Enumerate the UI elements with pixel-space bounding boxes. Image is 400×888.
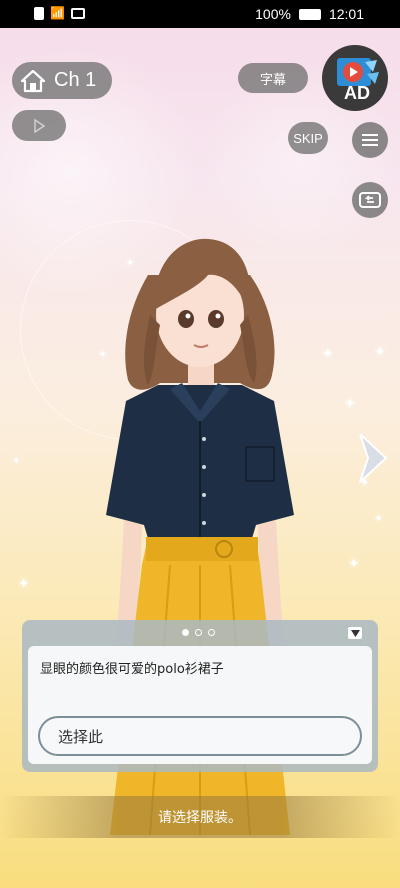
collapse-button[interactable] (348, 627, 362, 639)
skip-label: SKIP (293, 130, 323, 146)
page-indicator (182, 629, 215, 636)
menu-icon (362, 134, 378, 146)
next-outfit-arrow-icon[interactable] (356, 432, 390, 484)
image-icon (70, 7, 85, 19)
ad-label: AD (344, 83, 370, 103)
game-screen: ✦ ✦ ✦ ✦ ✦ ✦ ✦ ✦ ✦ ✦ 📶 100% 12:01 Ch 1 字幕… (0, 0, 400, 888)
sparkle-icon: ✦ (322, 346, 334, 362)
home-icon (20, 69, 46, 92)
sparkle-icon: ✦ (374, 344, 386, 360)
sparkle-icon: ✦ (348, 556, 360, 572)
skip-button[interactable]: SKIP (288, 122, 328, 154)
triangle-down-icon (350, 629, 360, 637)
page-dot (208, 629, 215, 636)
menu-button[interactable] (352, 122, 388, 158)
auto-play-button[interactable] (12, 110, 66, 141)
battery-percent: 100% (255, 6, 291, 22)
subtitles-button[interactable]: 字幕 (238, 63, 308, 93)
play-icon (34, 118, 46, 133)
wifi-icon: 📶 (50, 6, 65, 20)
watch-ad-button[interactable]: AD (322, 45, 388, 111)
chapter-label: Ch 1 (54, 69, 97, 91)
sparkle-icon: ✦ (12, 456, 21, 467)
choose-this-button[interactable]: 选择此 (38, 716, 362, 756)
backlog-icon (359, 192, 381, 208)
chapter-button[interactable]: Ch 1 (12, 62, 112, 99)
status-bar: 📶 100% 12:01 (0, 0, 400, 28)
sparkle-icon: ✦ (344, 396, 356, 412)
backlog-button[interactable] (352, 182, 388, 218)
hint-bar: 请选择服装。 (0, 796, 400, 838)
sparkle-icon: ✦ (374, 512, 384, 525)
hint-text: 请选择服装。 (158, 810, 242, 826)
sparkle-icon: ✦ (18, 576, 30, 592)
notification-icon (34, 6, 44, 20)
outfit-description: 显眼的颜色很可爱的polo衫裙子 (40, 662, 224, 677)
page-dot (195, 629, 202, 636)
subtitles-label: 字幕 (259, 71, 286, 87)
dialog-content: 显眼的颜色很可爱的polo衫裙子 选择此 (28, 646, 372, 764)
clock: 12:01 (328, 6, 364, 22)
outfit-choice-dialog: 显眼的颜色很可爱的polo衫裙子 选择此 (22, 620, 378, 772)
page-dot-active (182, 629, 189, 636)
battery-icon (298, 8, 321, 20)
